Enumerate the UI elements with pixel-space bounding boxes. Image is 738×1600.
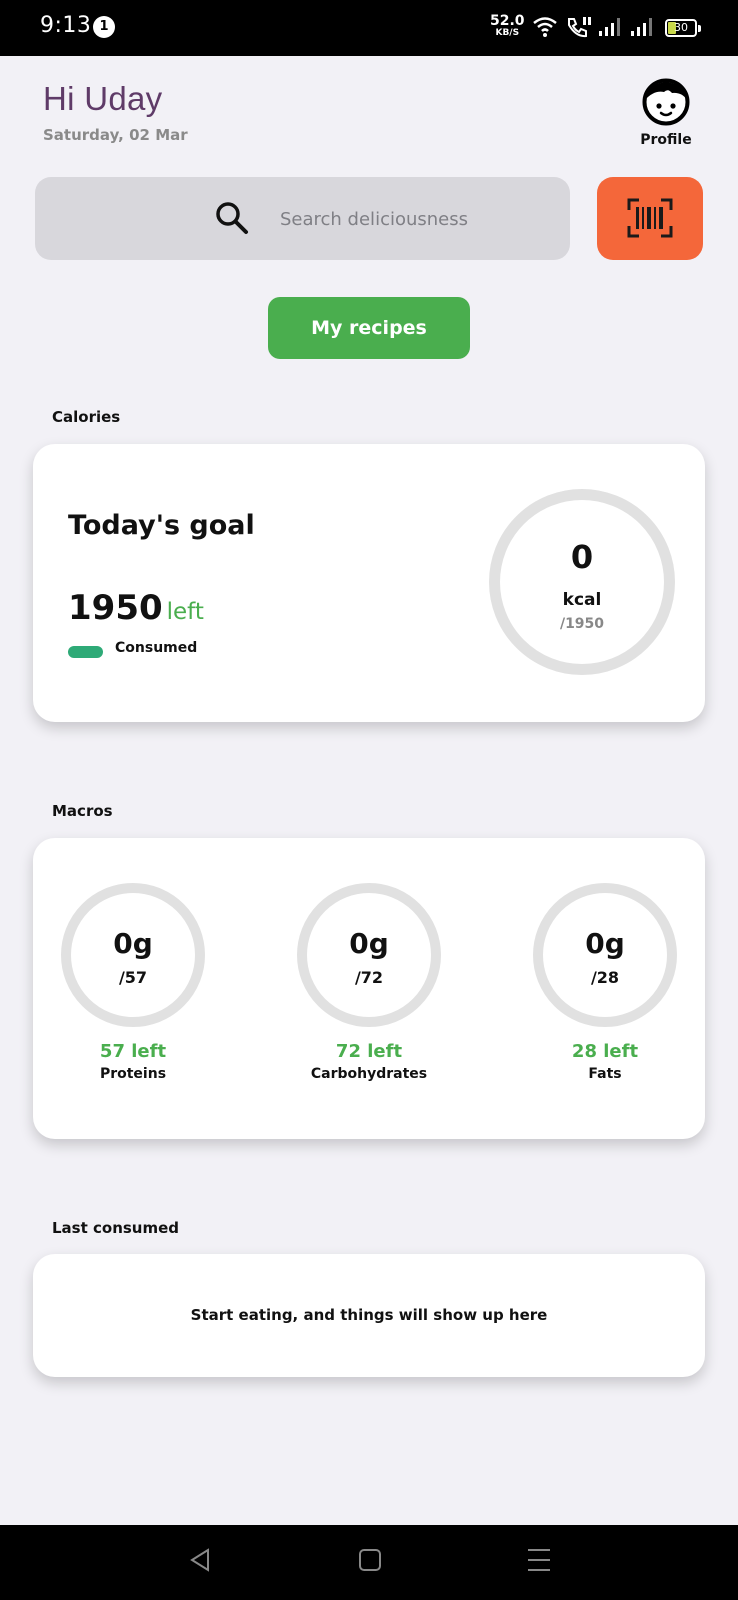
calories-left: 1950 left (68, 588, 204, 628)
macro-goal: /28 (590, 968, 620, 987)
last-consumed-card: Start eating, and things will show up he… (33, 1254, 705, 1377)
system-nav-bar (0, 1525, 738, 1600)
consumed-legend-swatch (68, 646, 103, 658)
empty-state-message: Start eating, and things will show up he… (190, 1306, 548, 1324)
macro-proteins: 0g /57 57 left Proteins (53, 883, 213, 1082)
macro-value: 0g (349, 927, 389, 960)
macro-left: 72 left (335, 1041, 403, 1062)
macro-left: 57 left (99, 1041, 167, 1062)
profile-label: Profile (640, 132, 692, 148)
notification-badge: 1 (93, 16, 115, 38)
macro-ring: 0g /57 (61, 883, 205, 1027)
consumed-legend-label: Consumed (115, 640, 198, 656)
macro-name: Carbohydrates (310, 1066, 428, 1082)
greeting: Hi Uday (43, 80, 163, 117)
signal-icon (599, 18, 620, 36)
my-recipes-button[interactable]: My recipes (268, 297, 470, 359)
search-input[interactable] (280, 199, 540, 239)
last-consumed-section-title: Last consumed (52, 1219, 180, 1237)
macro-carbohydrates: 0g /72 72 left Carbohydrates (289, 883, 449, 1082)
search-bar[interactable] (35, 177, 570, 260)
calories-unit: kcal (562, 590, 602, 610)
back-icon[interactable] (188, 1547, 212, 1577)
battery-level: 30 (674, 21, 688, 34)
status-time: 9:13 (40, 13, 92, 38)
macro-ring: 0g /72 (297, 883, 441, 1027)
home-icon[interactable] (358, 1547, 382, 1577)
battery-icon: 30 (665, 19, 701, 37)
calories-section-title: Calories (52, 408, 121, 426)
network-speed-value: 52.0 (490, 13, 525, 29)
barcode-scan-button[interactable] (597, 177, 703, 260)
macros-card: 0g /57 57 left Proteins 0g /72 72 left C… (33, 838, 705, 1139)
todays-goal-title: Today's goal (68, 510, 255, 541)
macro-left: 28 left (571, 1041, 639, 1062)
macro-ring: 0g /28 (533, 883, 677, 1027)
barcode-scan-icon (627, 198, 673, 238)
date-label: Saturday, 02 Mar (43, 126, 188, 144)
macro-value: 0g (585, 927, 625, 960)
calories-left-value: 1950 (68, 588, 163, 628)
calories-goal: /1950 (559, 616, 605, 632)
calories-ring: 0 kcal /1950 (489, 489, 675, 675)
wifi-icon (533, 17, 557, 37)
status-bar: 9:13 1 52.0 KB/S 30 (0, 0, 738, 56)
macro-goal: /72 (354, 968, 384, 987)
calories-card: Today's goal 1950 left Consumed 0 kcal /1… (33, 444, 705, 722)
search-icon (216, 202, 248, 234)
network-speed-unit: KB/S (495, 28, 520, 38)
profile-button[interactable]: Profile (634, 78, 698, 148)
recents-menu-icon[interactable] (527, 1547, 551, 1577)
macros-section-title: Macros (52, 802, 113, 820)
calories-consumed-value: 0 (570, 538, 594, 576)
macro-name: Fats (588, 1066, 622, 1082)
macro-name: Proteins (99, 1066, 167, 1082)
call-icon (568, 17, 591, 38)
signal-icon (631, 18, 652, 36)
network-speed: 52.0 KB/S (490, 14, 525, 38)
macro-fats: 0g /28 28 left Fats (525, 883, 685, 1082)
macro-goal: /57 (118, 968, 148, 987)
calories-left-word: left (166, 599, 204, 625)
macro-value: 0g (113, 927, 153, 960)
profile-face-icon (642, 78, 690, 126)
